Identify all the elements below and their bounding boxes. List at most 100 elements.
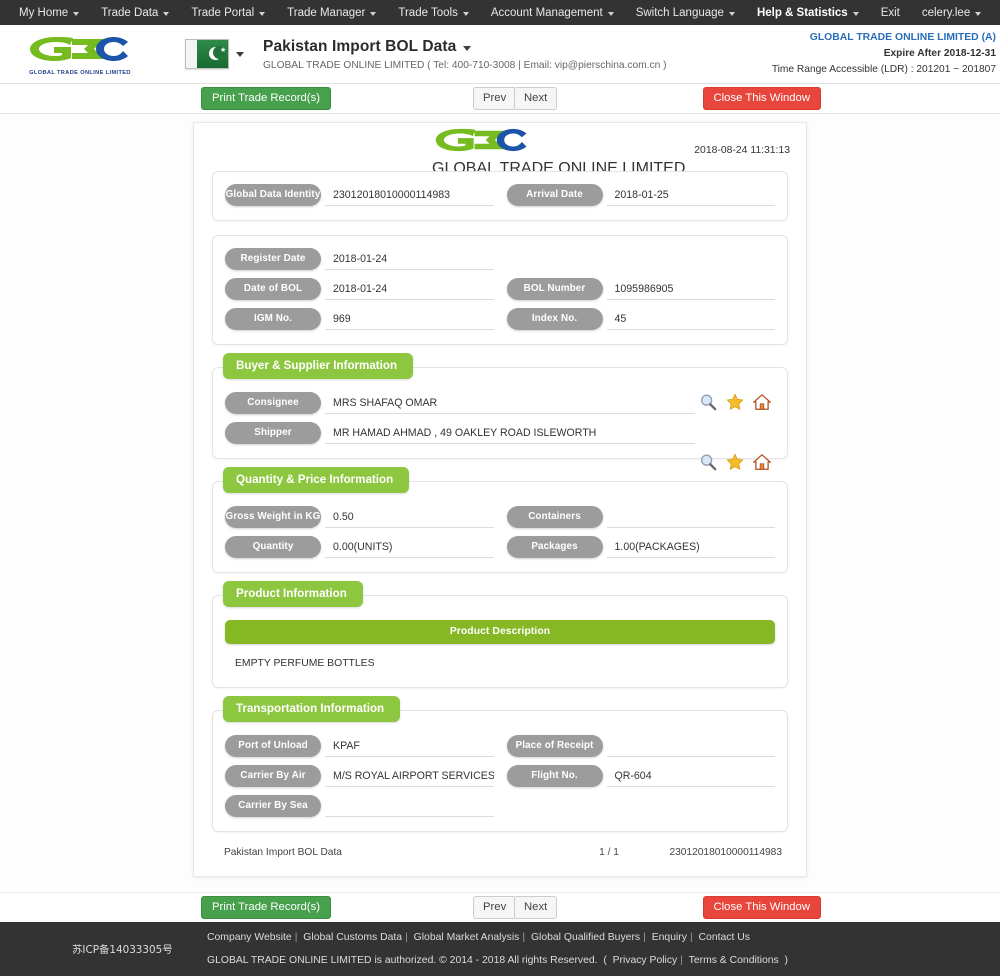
field-label-carrier-by-sea: Carrier By Sea bbox=[225, 795, 321, 817]
close-window-button[interactable]: Close This Window bbox=[702, 87, 821, 111]
star-icon: ★ bbox=[220, 47, 227, 54]
print-trade-records-button-bottom[interactable]: Print Trade Record(s) bbox=[201, 896, 331, 920]
account-info-panel: GLOBAL TRADE ONLINE LIMITED (A) Expire A… bbox=[772, 30, 996, 78]
footer-copyright-text: GLOBAL TRADE ONLINE LIMITED is authorize… bbox=[207, 955, 598, 966]
prev-record-button-bottom[interactable]: Prev bbox=[473, 896, 517, 920]
field-label-carrier-by-air: Carrier By Air bbox=[225, 765, 321, 787]
footer-link-terms-conditions[interactable]: Terms & Conditions bbox=[689, 955, 779, 966]
field-label-date-of-bol: Date of BOL bbox=[225, 278, 321, 300]
divider: | bbox=[643, 932, 646, 943]
prev-record-button[interactable]: Prev bbox=[473, 87, 517, 111]
gto-logo-icon bbox=[435, 128, 527, 152]
field-value-carrier-by-sea bbox=[325, 800, 494, 817]
nav-item-label: Exit bbox=[880, 6, 900, 19]
field-value-quantity: 0.00(UNITS) bbox=[325, 541, 494, 558]
chevron-down-icon bbox=[975, 11, 982, 16]
footer-link-global-market-analysis[interactable]: Global Market Analysis bbox=[414, 932, 520, 943]
field-value-carrier-by-air: M/S ROYAL AIRPORT SERVICES (PV bbox=[325, 770, 494, 787]
nav-item-label: Switch Language bbox=[635, 6, 724, 19]
page-title[interactable]: Pakistan Import BOL Data bbox=[263, 38, 666, 56]
footer-link-company-website[interactable]: Company Website bbox=[207, 932, 292, 943]
footer-link-contact-us[interactable]: Contact Us bbox=[699, 932, 750, 943]
next-record-button-bottom[interactable]: Next bbox=[514, 896, 558, 920]
icp-license-label: 苏ICP备14033305号 bbox=[72, 944, 173, 956]
field-label-flight-no: Flight No. bbox=[506, 765, 603, 787]
nav-item-user-menu[interactable]: celery.lee bbox=[911, 7, 992, 19]
paren-close: ) bbox=[781, 955, 788, 966]
footer-link-global-customs-data[interactable]: Global Customs Data bbox=[303, 932, 402, 943]
field-value-empty bbox=[607, 253, 776, 270]
document-footer-page: 1 / 1 bbox=[599, 847, 619, 858]
field-row: Gross Weight in KG 0.50 Containers bbox=[213, 502, 787, 532]
home-icon[interactable] bbox=[753, 393, 771, 411]
chevron-down-icon bbox=[463, 46, 472, 51]
close-window-button-bottom[interactable]: Close This Window bbox=[702, 896, 821, 920]
section-title-buyer-supplier: Buyer & Supplier Information bbox=[223, 353, 414, 379]
nav-item-label: My Home bbox=[19, 6, 69, 19]
nav-item-trade-portal[interactable]: Trade Portal bbox=[180, 7, 276, 19]
footer-link-privacy-policy[interactable]: Privacy Policy bbox=[613, 955, 678, 966]
field-value-flight-no: QR-604 bbox=[606, 770, 775, 787]
field-row: Consignee MRS SHAFAQ OMAR bbox=[213, 388, 787, 418]
account-name[interactable]: GLOBAL TRADE ONLINE LIMITED (A) bbox=[772, 30, 996, 46]
field-value-bol-number: 1095986905 bbox=[606, 283, 775, 300]
star-icon[interactable] bbox=[726, 453, 744, 471]
nav-item-switch-language[interactable]: Switch Language bbox=[625, 7, 746, 19]
home-icon[interactable] bbox=[753, 453, 771, 471]
chevron-down-icon bbox=[852, 11, 859, 16]
field-value-shipper: MR HAMAD AHMAD , 49 OAKLEY ROAD ISLEWORT… bbox=[325, 427, 695, 444]
star-icon[interactable] bbox=[726, 393, 744, 411]
field-row: Register Date 2018-01-24 bbox=[213, 244, 787, 274]
nav-item-my-home[interactable]: My Home bbox=[8, 7, 90, 19]
footer-link-global-qualified-buyers[interactable]: Global Qualified Buyers bbox=[531, 932, 640, 943]
flag-dropdown-chevron-down-icon[interactable] bbox=[236, 51, 244, 57]
chevron-down-icon bbox=[728, 11, 735, 16]
field-label-global-data-identity: Global Data Identity bbox=[225, 184, 321, 206]
chevron-down-icon bbox=[259, 11, 266, 16]
nav-item-label: Help & Statistics bbox=[756, 6, 848, 19]
footer-link-row: Company Website | Global Customs Data | Gl… bbox=[207, 927, 788, 948]
footer-link-enquiry[interactable]: Enquiry bbox=[652, 932, 687, 943]
field-value-global-data-identity: 23012018010000114983 bbox=[325, 189, 494, 206]
bol-document-panel: GLOBAL TRADE ONLINE LIMITED 2018-08-24 1… bbox=[193, 122, 807, 877]
divider: | bbox=[680, 955, 683, 966]
chevron-down-icon bbox=[163, 11, 170, 16]
product-information-card: Product Information Product Description … bbox=[212, 581, 788, 688]
nav-item-trade-data[interactable]: Trade Data bbox=[90, 7, 180, 19]
chevron-down-icon bbox=[607, 11, 614, 16]
field-row: Carrier By Sea bbox=[213, 791, 787, 821]
toolbar-inner: Print Trade Record(s) Prev Next Close Th… bbox=[187, 893, 821, 923]
nav-item-label: Trade Portal bbox=[191, 6, 255, 19]
paren-open: ( bbox=[600, 955, 610, 966]
field-value-place-of-receipt bbox=[606, 740, 775, 757]
shipper-action-icons bbox=[699, 453, 771, 471]
nav-item-account-management[interactable]: Account Management bbox=[480, 7, 625, 19]
field-label-shipper: Shipper bbox=[225, 422, 321, 444]
field-label-port-of-unload: Port of Unload bbox=[225, 735, 321, 757]
top-navigation-bar: My Home Trade Data Trade Portal Trade Ma… bbox=[0, 0, 1000, 25]
nav-item-help-statistics[interactable]: Help & Statistics bbox=[746, 7, 870, 19]
field-label-register-date: Register Date bbox=[225, 248, 321, 270]
title-block: Pakistan Import BOL Data GLOBAL TRADE ON… bbox=[263, 38, 666, 71]
field-value-product-description: EMPTY PERFUME BOTTLES bbox=[235, 658, 375, 669]
nav-item-trade-tools[interactable]: Trade Tools bbox=[387, 7, 479, 19]
nav-item-trade-manager[interactable]: Trade Manager bbox=[276, 7, 387, 19]
print-trade-records-button[interactable]: Print Trade Record(s) bbox=[201, 87, 331, 111]
chevron-down-icon bbox=[73, 11, 80, 16]
country-flag-selector[interactable]: ★ bbox=[185, 39, 229, 69]
nav-item-label: Trade Data bbox=[101, 6, 159, 19]
field-row: Port of Unload KPAF Place of Receipt bbox=[213, 731, 787, 761]
field-value-consignee: MRS SHAFAQ OMAR bbox=[325, 397, 695, 414]
field-row: IGM No. 969 Index No. 45 bbox=[213, 304, 787, 334]
nav-item-exit[interactable]: Exit bbox=[870, 7, 911, 19]
search-icon[interactable] bbox=[699, 453, 717, 471]
field-row: Shipper MR HAMAD AHMAD , 49 OAKLEY ROAD … bbox=[213, 418, 787, 471]
account-time-range: Time Range Accessible (LDR) : 201201 ~ 2… bbox=[771, 64, 996, 75]
brand-logo[interactable]: GLOBAL TRADE ONLINE LIMITED bbox=[0, 33, 160, 76]
bol-details-card: Register Date 2018-01-24 Date of BOL 201… bbox=[212, 235, 788, 345]
search-icon[interactable] bbox=[699, 393, 717, 411]
next-record-button[interactable]: Next bbox=[514, 87, 558, 111]
field-label-containers: Containers bbox=[506, 506, 603, 528]
page-body: GLOBAL TRADE ONLINE LIMITED 2018-08-24 1… bbox=[0, 114, 1000, 892]
field-value-containers bbox=[606, 511, 775, 528]
